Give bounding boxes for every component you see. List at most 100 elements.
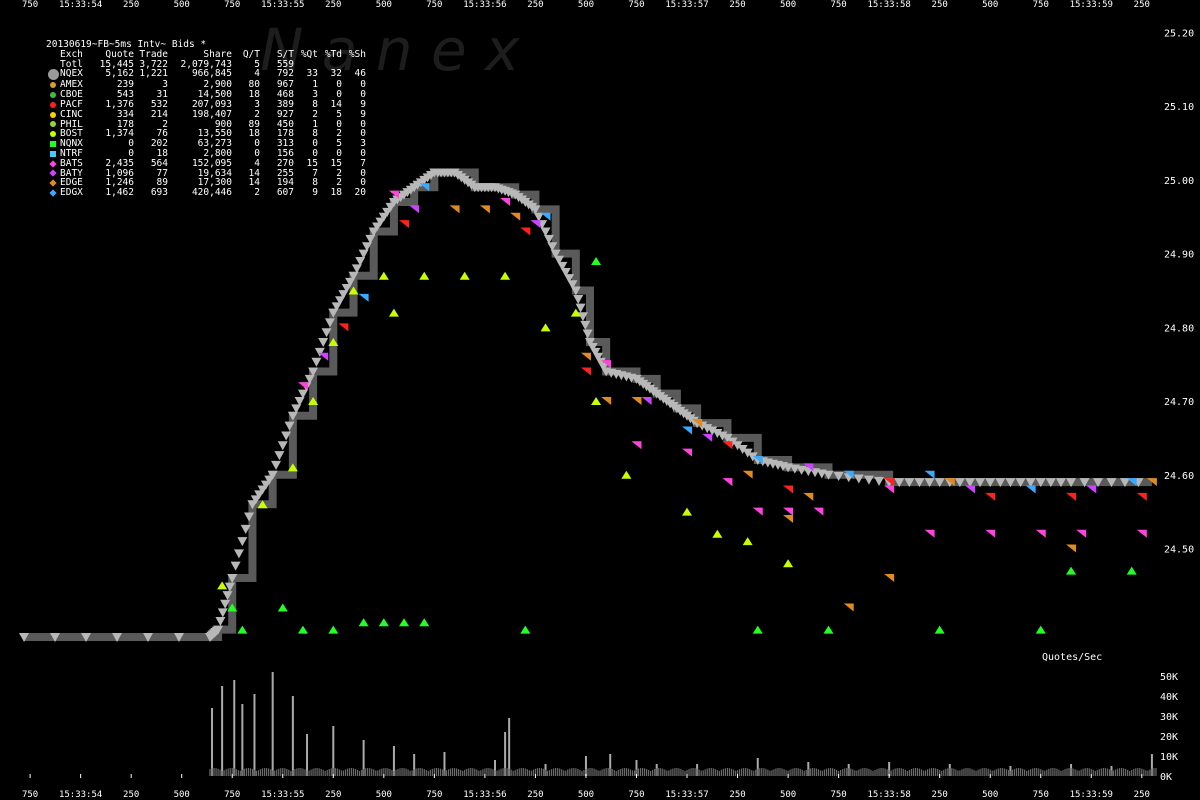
volume-bar-base (858, 769, 860, 776)
nbb-marker (230, 561, 241, 571)
volume-bar-base (449, 768, 452, 776)
volume-bar-base (965, 768, 967, 776)
volume-bar-base (854, 770, 856, 776)
volume-bar-base (799, 768, 801, 776)
volume-bar-base (1005, 769, 1007, 776)
volume-bar-base (767, 769, 769, 776)
volume-bar-base (1017, 768, 1020, 776)
volume-bar-base (924, 770, 927, 776)
volume-bar-base (494, 770, 496, 776)
volume-bar-base (591, 768, 593, 776)
time-tick-label-top: 750 (830, 0, 846, 10)
volume-bar-base (1064, 769, 1066, 776)
volume-bar-base (553, 768, 555, 776)
time-tick-label-top: 750 (224, 0, 240, 10)
time-tick-label-bottom: 750 (426, 790, 442, 800)
volume-bar-base (593, 768, 595, 776)
volume-tick-label: 50K (1160, 672, 1178, 683)
volume-bar-base (856, 770, 858, 776)
legend-cell-exch: EDGX (60, 187, 83, 199)
volume-bar-base (555, 768, 557, 776)
quote-series-edgx (358, 183, 1137, 494)
quote-marker (641, 397, 652, 406)
volume-bar-base (690, 768, 692, 776)
quote-marker (783, 507, 794, 516)
volume-bar-base (601, 769, 603, 776)
volume-bar-base (670, 769, 672, 776)
volume-bar-base (664, 769, 666, 776)
volume-bar-base (704, 769, 706, 776)
volume-bar-base (318, 768, 320, 776)
volume-bar-base (789, 769, 791, 776)
volume-bar-base (286, 768, 288, 776)
volume-bar-base (755, 769, 757, 776)
volume-bar-base (1048, 768, 1050, 776)
volume-bar-base (882, 768, 884, 776)
volume-bar-base (846, 768, 848, 776)
volume-bar-base (967, 768, 969, 776)
volume-bar-base (852, 769, 854, 776)
volume-bar-base (373, 769, 375, 776)
volume-tick-label: 30K (1160, 712, 1178, 723)
legend-cell-psh: 20 (354, 187, 366, 199)
quote-marker (297, 625, 308, 634)
time-tick-label-bottom: 250 (1134, 790, 1150, 800)
volume-bar-base (1060, 770, 1062, 776)
legend-marker-icon (46, 188, 60, 198)
nbb-marker (271, 460, 282, 470)
quote-marker (580, 352, 591, 361)
volume-bar-base (581, 770, 583, 776)
volume-bar-base (227, 768, 229, 776)
time-tick-label-top: 250 (325, 0, 341, 10)
volume-bar-base (1068, 768, 1070, 776)
quote-marker (1136, 529, 1147, 538)
time-tick-label-bottom: 15:33:55 (261, 790, 304, 800)
volume-bar-base (482, 769, 484, 776)
volume-bar-base (840, 770, 842, 776)
volume-bar-base (627, 768, 630, 776)
volume-bar-base (326, 769, 328, 776)
quote-marker (399, 618, 410, 627)
volume-bar-base (660, 768, 662, 776)
volume-bar-base (419, 768, 421, 776)
volume-bar-base (270, 769, 272, 776)
time-tick-label-bottom: 500 (174, 790, 190, 800)
volume-bar-base (963, 768, 965, 776)
volume-bar-base (312, 768, 314, 776)
volume-bar-base (702, 770, 704, 776)
quote-marker (419, 618, 430, 627)
volume-bar-base (866, 768, 868, 776)
volume-bar-base (801, 769, 803, 776)
volume-bar-base (759, 768, 761, 776)
volume-bar-base (995, 769, 997, 776)
volume-bar-base (1078, 770, 1080, 776)
time-tick-label-bottom: 750 (830, 790, 846, 800)
volume-bar-base (1070, 768, 1072, 776)
volume-bar-base (538, 768, 541, 776)
volume-bar-base (666, 770, 668, 776)
volume-bar-base (272, 770, 274, 776)
quote-marker (631, 397, 642, 406)
quote-marker (985, 529, 996, 538)
volume-bar-base (336, 768, 338, 776)
nbb-marker (215, 616, 226, 626)
volume-bar-base (1147, 770, 1149, 776)
quote-marker (783, 514, 794, 523)
volume-bar-base (910, 768, 912, 776)
volume-label: Quotes/Sec (1042, 652, 1103, 663)
volume-bar-base (583, 770, 585, 776)
volume-bar-base (488, 768, 490, 776)
volume-bar-base (274, 770, 276, 776)
volume-bar-base (229, 768, 231, 776)
volume-bar-base (943, 769, 945, 776)
volume-bar-base (684, 770, 686, 776)
volume-bar-base (769, 770, 771, 776)
price-tick-label: 24.50 (1164, 544, 1194, 555)
volume-bar-base (662, 768, 664, 776)
volume-bar-base (405, 768, 407, 776)
time-tick-label-bottom: 750 (22, 790, 38, 800)
volume-bar-base (971, 769, 973, 776)
volume-bar-base (395, 769, 397, 776)
volume-bar-base (720, 769, 722, 776)
volume-bar-base (872, 770, 874, 776)
